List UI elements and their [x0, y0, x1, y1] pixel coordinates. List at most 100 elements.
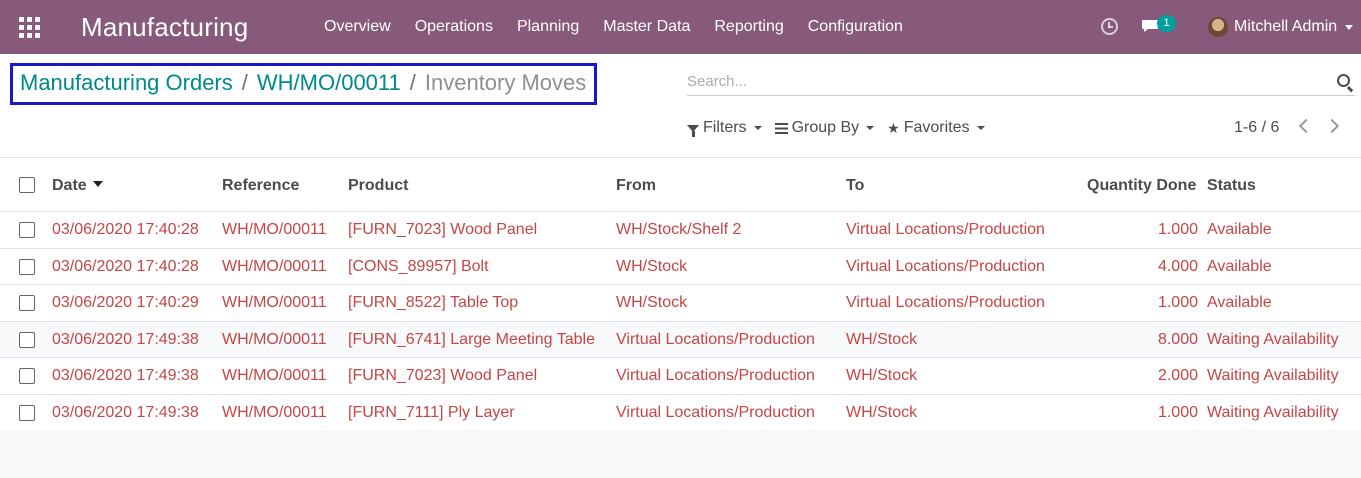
empty-area — [0, 430, 1361, 478]
cell-reference: WH/MO/00011 — [222, 221, 327, 238]
row-checkbox[interactable] — [19, 295, 35, 311]
row-checkbox[interactable] — [19, 258, 35, 275]
cell-date: 03/06/2020 17:40:28 — [52, 257, 199, 275]
cell-date: 03/06/2020 17:40:29 — [52, 294, 199, 311]
sort-desc-icon — [92, 181, 103, 187]
table-header: Date Reference Product From To Quantity … — [0, 158, 1361, 212]
cell-date: 03/06/2020 17:49:38 — [52, 367, 199, 384]
caret-down-icon — [753, 126, 762, 130]
user-name[interactable]: Mitchell Admin — [1234, 18, 1337, 36]
chevron-left-icon[interactable] — [1298, 118, 1314, 134]
table-row[interactable]: 03/06/2020 17:40:28 WH/MO/00011 [CONS_89… — [0, 248, 1361, 285]
column-header-status[interactable]: Status — [1207, 177, 1256, 195]
cell-date: 03/06/2020 17:49:38 — [52, 330, 199, 348]
row-checkbox[interactable] — [19, 368, 35, 384]
breadcrumb-current: Inventory Moves — [424, 70, 587, 95]
cell-to: WH/Stock — [846, 367, 918, 384]
cell-to: WH/Stock — [846, 330, 918, 348]
cell-status: Waiting Availability — [1207, 403, 1339, 421]
cell-quantity-done: 4.000 — [1157, 257, 1198, 275]
search-bar — [687, 68, 1355, 96]
chevron-down-icon[interactable] — [1345, 25, 1353, 30]
caret-down-icon — [866, 126, 875, 130]
favorites-button[interactable]: ★ Favorites — [887, 119, 985, 137]
cell-status: Waiting Availability — [1207, 330, 1339, 348]
cell-to: Virtual Locations/Production — [846, 221, 1045, 238]
breadcrumb-separator: / — [409, 70, 416, 95]
cell-reference: WH/MO/00011 — [222, 403, 327, 421]
filter-icon — [687, 124, 699, 137]
column-header-reference[interactable]: Reference — [222, 177, 299, 195]
cell-reference: WH/MO/00011 — [222, 367, 327, 384]
select-all-checkbox[interactable] — [19, 177, 35, 193]
search-icon[interactable] — [1337, 74, 1350, 87]
chat-badge: 1 — [1157, 15, 1176, 32]
pager-value[interactable]: 1-6 / 6 — [1234, 119, 1279, 137]
breadcrumb-manufacturing-orders[interactable]: Manufacturing Orders — [20, 70, 233, 96]
app-title[interactable]: Manufacturing — [81, 12, 248, 43]
chevron-right-icon[interactable] — [1324, 118, 1340, 134]
table-row[interactable]: 03/06/2020 17:40:29 WH/MO/00011 [FURN_85… — [0, 285, 1361, 322]
inventory-moves-table: Date Reference Product From To Quantity … — [0, 158, 1361, 431]
column-header-product[interactable]: Product — [348, 177, 408, 195]
cell-quantity-done: 2.000 — [1157, 367, 1198, 384]
cell-product: [FURN_7023] Wood Panel — [348, 221, 538, 238]
cell-quantity-done: 1.000 — [1157, 221, 1198, 238]
list-icon — [774, 122, 788, 134]
menu-item-reporting[interactable]: Reporting — [702, 18, 795, 36]
cell-date: 03/06/2020 17:40:28 — [52, 221, 199, 238]
top-navbar: Manufacturing Overview Operations Planni… — [0, 0, 1361, 54]
menu-item-configuration[interactable]: Configuration — [796, 18, 915, 36]
menu-item-overview[interactable]: Overview — [312, 18, 403, 36]
favorites-label: Favorites — [903, 119, 970, 136]
cell-to: Virtual Locations/Production — [846, 257, 1045, 275]
search-input[interactable] — [687, 68, 1307, 94]
cell-quantity-done: 1.000 — [1157, 403, 1198, 421]
cell-from: WH/Stock — [616, 257, 688, 275]
column-header-to[interactable]: To — [846, 177, 864, 195]
cell-quantity-done: 1.000 — [1157, 294, 1198, 311]
filters-button[interactable]: Filters — [687, 119, 762, 137]
cell-product: [FURN_6741] Large Meeting Table — [348, 330, 595, 348]
cell-from: Virtual Locations/Production — [616, 330, 815, 348]
breadcrumb: Manufacturing Orders / WH/MO/00011 / Inv… — [20, 70, 586, 96]
breadcrumb-separator: / — [241, 70, 248, 95]
clock-icon[interactable] — [1101, 18, 1118, 35]
table-row[interactable]: 03/06/2020 17:49:38 WH/MO/00011 [FURN_70… — [0, 358, 1361, 395]
cell-status: Available — [1207, 294, 1272, 311]
table-row[interactable]: 03/06/2020 17:49:38 WH/MO/00011 [FURN_67… — [0, 321, 1361, 358]
cell-date: 03/06/2020 17:49:38 — [52, 403, 199, 421]
row-checkbox[interactable] — [19, 331, 35, 348]
cell-status: Available — [1207, 221, 1272, 238]
menu-item-operations[interactable]: Operations — [403, 18, 505, 36]
table-row[interactable]: 03/06/2020 17:40:28 WH/MO/00011 [FURN_70… — [0, 212, 1361, 249]
cell-quantity-done: 8.000 — [1157, 330, 1198, 348]
menu-item-master-data[interactable]: Master Data — [591, 18, 702, 36]
table-row[interactable]: 03/06/2020 17:49:38 WH/MO/00011 [FURN_71… — [0, 394, 1361, 431]
group-by-button[interactable]: Group By — [774, 119, 875, 137]
row-checkbox[interactable] — [19, 404, 35, 421]
cell-from: WH/Stock/Shelf 2 — [616, 221, 742, 238]
search-options: Filters Group By ★ Favorites — [687, 119, 998, 137]
column-header-quantity-done[interactable]: Quantity Done — [1087, 177, 1196, 195]
cell-reference: WH/MO/00011 — [222, 294, 327, 311]
caret-down-icon — [976, 126, 985, 130]
cell-from: Virtual Locations/Production — [616, 403, 815, 421]
cell-product: [FURN_7023] Wood Panel — [348, 367, 538, 384]
cell-status: Available — [1207, 257, 1272, 275]
cell-from: Virtual Locations/Production — [616, 367, 815, 384]
cell-reference: WH/MO/00011 — [222, 257, 327, 275]
row-checkbox[interactable] — [19, 222, 35, 238]
cell-product: [CONS_89957] Bolt — [348, 257, 489, 275]
filters-label: Filters — [703, 119, 747, 136]
menu-item-planning[interactable]: Planning — [505, 18, 591, 36]
breadcrumb-mo-reference[interactable]: WH/MO/00011 — [257, 70, 401, 96]
column-header-from[interactable]: From — [616, 177, 656, 195]
main-menu: Overview Operations Planning Master Data… — [312, 0, 915, 54]
cell-status: Waiting Availability — [1207, 367, 1339, 384]
cell-reference: WH/MO/00011 — [222, 330, 327, 348]
column-header-date[interactable]: Date — [52, 177, 103, 195]
cell-to: Virtual Locations/Production — [846, 294, 1045, 311]
avatar[interactable] — [1208, 17, 1228, 37]
apps-grid-icon[interactable] — [19, 17, 41, 38]
